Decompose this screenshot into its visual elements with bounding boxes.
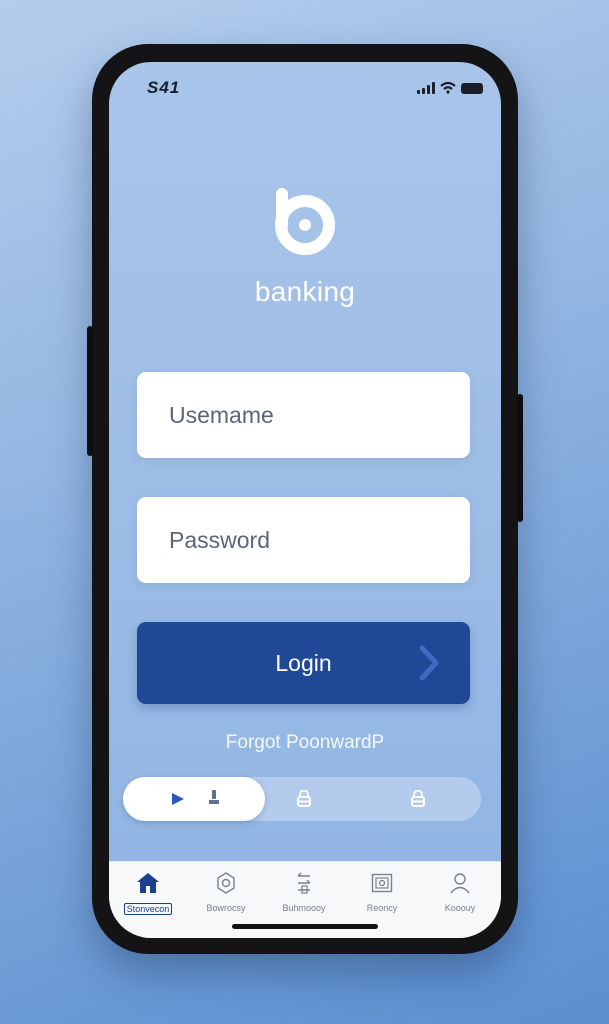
brand-logo-icon — [275, 188, 335, 255]
phone-frame: S41 banking Login — [87, 44, 523, 954]
tab-label: Reoncy — [366, 903, 398, 913]
tab-transfer[interactable]: Buhmoooy — [265, 872, 343, 913]
chevron-right-icon — [419, 645, 439, 681]
login-screen: S41 banking Login — [109, 62, 501, 938]
tab-label: Kooouy — [444, 903, 476, 913]
login-button[interactable]: Login — [137, 622, 470, 704]
status-icons — [417, 82, 483, 94]
toggle-thumb[interactable] — [123, 777, 265, 821]
power-button — [517, 394, 523, 522]
battery-icon — [461, 82, 483, 94]
password-input[interactable] — [167, 525, 470, 555]
tab-safe[interactable]: Reoncy — [343, 872, 421, 913]
tab-label: Bowrocsy — [206, 903, 246, 913]
volume-button — [87, 326, 93, 456]
profile-icon — [450, 873, 470, 894]
home-icon — [137, 873, 159, 893]
signal-icon — [417, 82, 435, 94]
tab-home[interactable]: Stonvecon — [109, 872, 187, 917]
tab-label: Stonvecon — [123, 903, 173, 915]
username-input[interactable] — [167, 400, 470, 430]
forgot-password-link[interactable]: Forgot PoonwardP — [109, 732, 501, 754]
transfer-icon — [297, 872, 311, 894]
brand-name: banking — [254, 276, 356, 307]
tab-settings[interactable]: Bowrocsy — [187, 872, 265, 913]
lock-icon[interactable] — [411, 790, 425, 807]
tab-label: Buhmoooy — [282, 903, 326, 913]
pin-icon — [209, 790, 219, 804]
tab-profile[interactable]: Kooouy — [421, 872, 499, 913]
lock-icon[interactable] — [297, 790, 311, 807]
settings-icon — [217, 872, 235, 894]
status-time: S41 — [147, 78, 181, 97]
username-field[interactable] — [137, 372, 470, 458]
play-icon[interactable] — [171, 792, 185, 806]
safe-icon — [371, 873, 393, 893]
password-field[interactable] — [137, 497, 470, 583]
home-indicator — [232, 924, 378, 929]
login-method-toggle[interactable] — [123, 777, 481, 821]
login-label: Login — [275, 649, 332, 676]
wifi-icon — [440, 82, 456, 94]
